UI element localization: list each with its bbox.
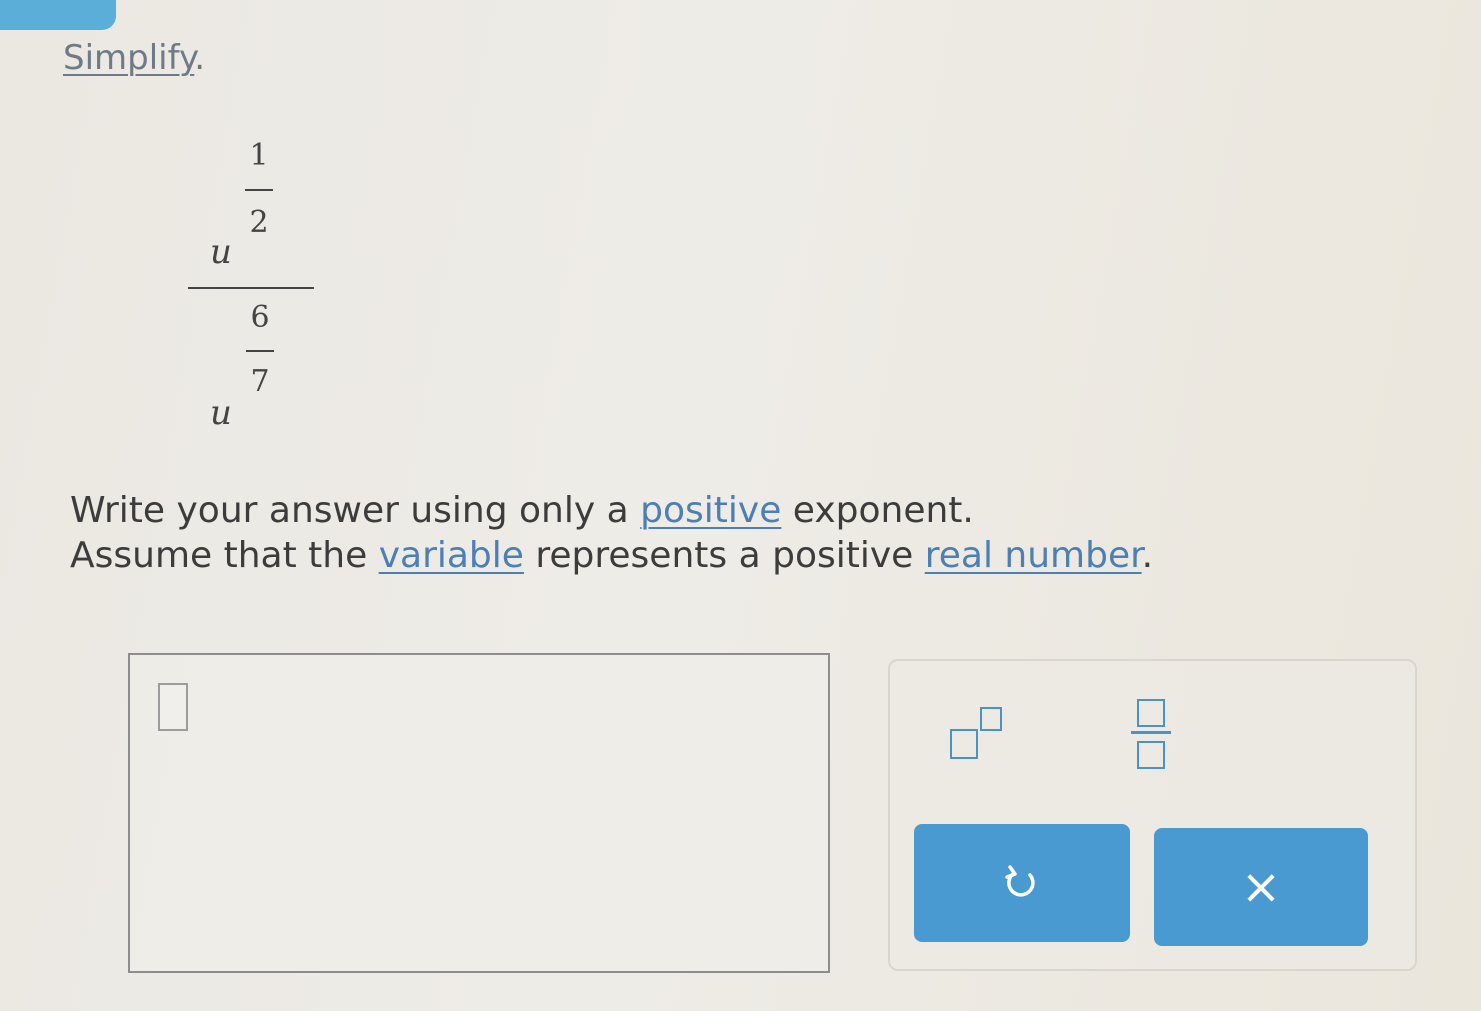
denominator-exp-numerator: 6 <box>250 300 270 335</box>
fraction-button[interactable] <box>1115 689 1195 779</box>
instruction-line-2: Assume that the variable represents a po… <box>70 535 1153 576</box>
real-number-link[interactable]: real number <box>925 535 1142 576</box>
instruction-2-post: . <box>1141 535 1154 576</box>
positive-link[interactable]: positive <box>640 490 781 531</box>
clear-button[interactable]: × <box>1154 828 1368 946</box>
instruction-line-1: Write your answer using only a positive … <box>70 490 974 531</box>
undo-icon <box>1005 865 1035 897</box>
fraction-bar <box>1131 731 1171 734</box>
numerator-base: u <box>210 232 232 272</box>
numerator-exp-denominator: 2 <box>249 205 269 240</box>
denominator-exp-bar <box>246 350 274 352</box>
denominator-exp-denominator: 7 <box>250 364 270 399</box>
prompt-simplify: Simplify. <box>63 38 205 78</box>
variable-link[interactable]: variable <box>379 535 524 576</box>
denominator-base: u <box>210 393 232 433</box>
undo-button[interactable] <box>914 824 1130 942</box>
fraction-denominator-box <box>1137 741 1165 769</box>
answer-input[interactable] <box>128 653 830 973</box>
exponent-power-box <box>980 707 1002 731</box>
math-keypad: × <box>888 659 1417 971</box>
instruction-2-pre: Assume that the <box>70 535 379 576</box>
prompt-period: . <box>194 38 206 78</box>
exponent-button[interactable] <box>940 691 1030 761</box>
numerator-exp-numerator: 1 <box>249 138 269 173</box>
exponent-base-box <box>950 729 978 759</box>
main-fraction-bar <box>188 287 314 289</box>
instruction-1-post: exponent. <box>781 490 974 531</box>
simplify-link[interactable]: Simplify <box>63 38 194 78</box>
instruction-2-mid: represents a positive <box>523 535 925 576</box>
fraction-numerator-box <box>1137 699 1165 727</box>
instruction-1-pre: Write your answer using only a <box>70 490 641 531</box>
close-icon: × <box>1240 859 1282 915</box>
answer-placeholder-box[interactable] <box>158 683 188 731</box>
numerator-exp-bar <box>245 189 273 191</box>
top-tab[interactable] <box>0 0 116 30</box>
